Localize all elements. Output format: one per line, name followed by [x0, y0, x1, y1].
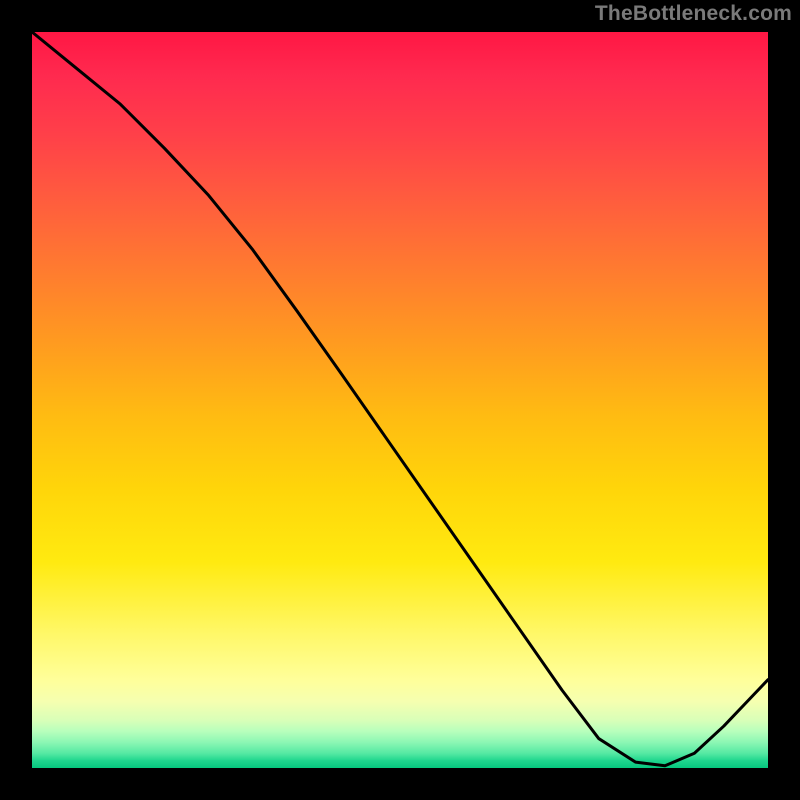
credit-text: TheBottleneck.com	[595, 2, 792, 26]
plot-area	[32, 32, 768, 768]
curve-line	[32, 32, 768, 766]
curve-svg	[32, 32, 768, 768]
stage: TheBottleneck.com	[0, 0, 800, 800]
